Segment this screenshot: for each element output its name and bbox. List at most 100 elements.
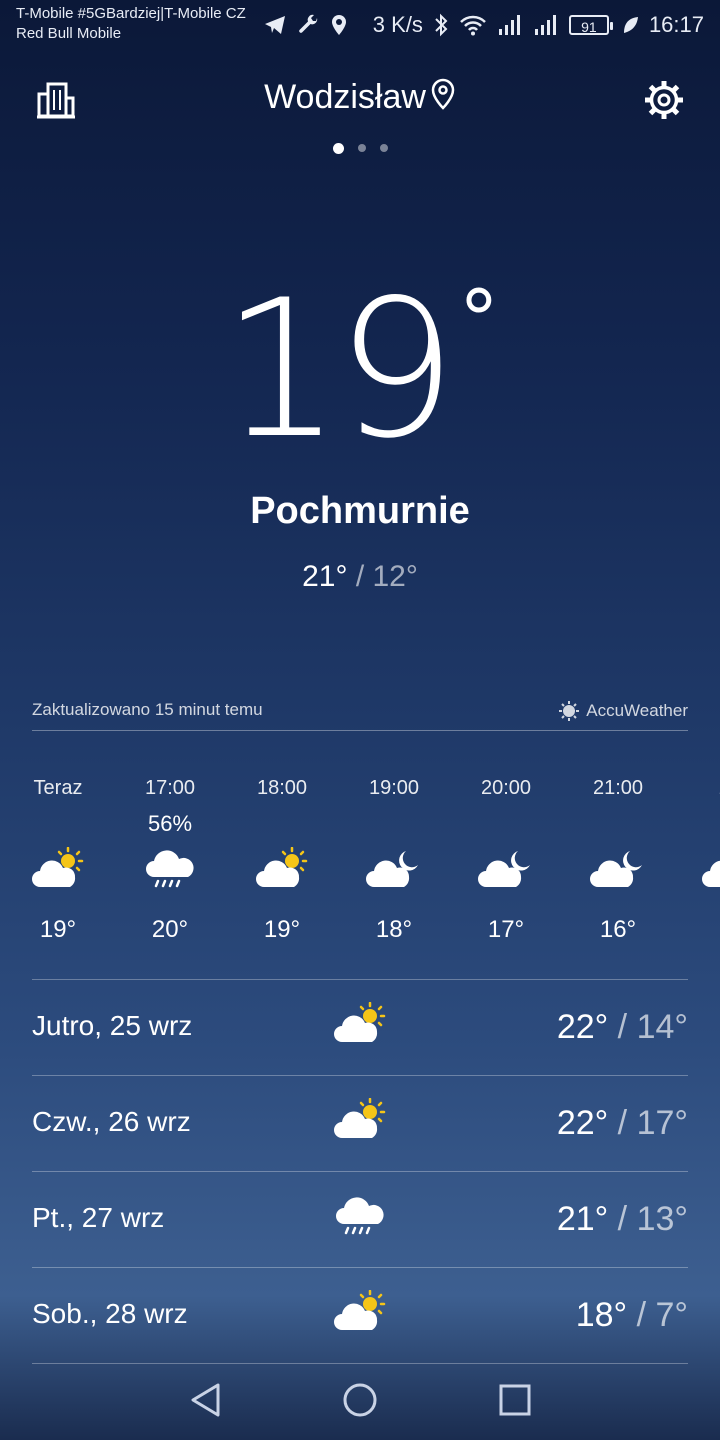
day-range: 21° / 13° xyxy=(557,1200,688,1239)
daily-forecast: Jutro, 25 wrz 22° / 14° Czw., 26 wrz 22°… xyxy=(32,979,688,1364)
day-row[interactable]: Czw., 26 wrz 22° / 17° xyxy=(32,1075,688,1171)
carrier-line-1: T-Mobile #5GBardziej|T-Mobile CZ xyxy=(16,5,246,22)
degree-symbol: ° xyxy=(458,273,499,366)
hour-temp: 1 xyxy=(674,916,720,944)
current-condition: Pochmurnie xyxy=(250,490,470,532)
hour-time: 20:00 xyxy=(480,777,532,799)
battery-indicator: 91 xyxy=(568,15,613,35)
hour-time: 19:00 xyxy=(368,777,420,799)
partly-cloudy-night-icon xyxy=(338,842,450,896)
telegram-icon xyxy=(264,16,285,34)
hour-time: 18:00 xyxy=(256,777,308,799)
partly-sunny-icon xyxy=(332,1097,388,1147)
day-separator: / xyxy=(608,1200,637,1238)
day-range: 22° / 17° xyxy=(557,1104,688,1143)
rain-icon xyxy=(332,1194,388,1243)
day-separator: / xyxy=(608,1008,637,1046)
navigation-bar xyxy=(0,1365,720,1440)
today-high: 21° xyxy=(302,560,348,593)
day-separator: / xyxy=(627,1296,656,1334)
updated-text: Zaktualizowano 15 minut temu xyxy=(32,700,263,719)
hour-temp: 16° xyxy=(599,916,637,943)
partly-sunny-icon xyxy=(2,842,114,896)
hour-temp: 19° xyxy=(39,916,77,943)
hour-time: 21:00 xyxy=(592,777,644,799)
update-info: Zaktualizowano 15 minut temu AccuWeather xyxy=(32,700,688,731)
day-low: 17° xyxy=(636,1104,688,1142)
hour-item: 22 1 xyxy=(674,770,720,944)
signal-icon xyxy=(534,15,556,35)
day-name: Czw., 26 wrz xyxy=(32,1106,191,1137)
home-circle-icon xyxy=(343,1383,377,1417)
day-name: Pt., 27 wrz xyxy=(32,1202,165,1233)
page-dot-2[interactable] xyxy=(357,144,366,152)
partly-sunny-icon xyxy=(226,842,338,896)
location-icon xyxy=(331,15,346,35)
hour-time: 17:00 xyxy=(144,777,196,799)
leaf-icon xyxy=(623,17,638,33)
partly-sunny-icon xyxy=(332,1289,388,1339)
carrier-info: T-Mobile #5GBardziej|T-Mobile CZ Red Bul… xyxy=(16,4,246,44)
partly-cloudy-night-icon xyxy=(562,842,674,896)
source-name: AccuWeather xyxy=(586,701,688,720)
hour-item: 19:00 18° xyxy=(338,770,450,944)
page-dot-3[interactable] xyxy=(379,144,388,152)
rain-icon xyxy=(114,842,226,896)
day-name: Sob., 28 wrz xyxy=(32,1298,188,1329)
hour-precip xyxy=(226,806,338,842)
back-button[interactable] xyxy=(188,1382,222,1423)
settings-button[interactable] xyxy=(640,76,688,124)
hour-time: Teraz xyxy=(33,777,83,799)
day-row[interactable]: Pt., 27 wrz 21° / 13° xyxy=(32,1171,688,1267)
status-icons: 3 K/s 91 16:17 xyxy=(263,8,704,42)
today-low: 12° xyxy=(372,560,418,593)
carrier-line-2: Red Bull Mobile xyxy=(16,25,122,42)
day-low: 13° xyxy=(636,1200,688,1238)
hour-item: 20:00 17° xyxy=(450,770,562,944)
hour-precip xyxy=(2,806,114,842)
hour-precip xyxy=(450,806,562,842)
hour-temp: 18° xyxy=(375,916,413,943)
hour-item: 18:00 19° xyxy=(226,770,338,944)
battery-level: 91 xyxy=(581,19,597,35)
header: Wodzisław xyxy=(0,70,720,130)
recents-button[interactable] xyxy=(498,1383,532,1422)
data-source[interactable]: AccuWeather xyxy=(558,700,688,722)
hour-temp: 19° xyxy=(263,916,301,943)
wifi-icon xyxy=(460,15,486,36)
wrench-icon xyxy=(298,14,317,33)
day-low: 7° xyxy=(655,1296,688,1334)
back-triangle-icon xyxy=(191,1383,220,1417)
recents-square-icon xyxy=(499,1384,531,1416)
bluetooth-icon xyxy=(435,13,448,37)
status-bar: T-Mobile #5GBardziej|T-Mobile CZ Red Bul… xyxy=(0,0,720,50)
hour-precip xyxy=(562,806,674,842)
location-pin-icon xyxy=(431,78,455,110)
current-temp-value: 19 xyxy=(221,259,457,480)
hourly-forecast[interactable]: Teraz 19° 17:00 56% 20° 18:00 19° 19:00 … xyxy=(0,770,720,960)
day-row[interactable]: Jutro, 25 wrz 22° / 14° xyxy=(32,979,688,1075)
today-high-low: 21° / 12° xyxy=(0,560,720,594)
day-row[interactable]: Sob., 28 wrz 18° / 7° xyxy=(32,1267,688,1364)
hour-item: 21:00 16° xyxy=(562,770,674,944)
hour-item: Teraz 19° xyxy=(2,770,114,944)
clock: 16:17 xyxy=(648,12,704,37)
network-speed: 3 K/s xyxy=(372,12,423,37)
partly-cloudy-night-icon xyxy=(450,842,562,896)
city-title[interactable]: Wodzisław xyxy=(0,78,720,117)
gear-icon xyxy=(645,81,683,119)
hour-temp: 17° xyxy=(487,916,525,943)
day-high: 22° xyxy=(556,1104,609,1142)
partly-cloudy-night-icon xyxy=(674,842,720,896)
page-dot-1[interactable] xyxy=(332,143,344,154)
home-button[interactable] xyxy=(342,1382,378,1423)
hour-temp: 20° xyxy=(151,916,189,943)
day-high: 18° xyxy=(575,1296,628,1334)
day-separator: / xyxy=(608,1104,637,1142)
day-low: 14° xyxy=(636,1008,688,1046)
day-range: 18° / 7° xyxy=(576,1296,688,1335)
day-high: 21° xyxy=(556,1200,609,1238)
hour-precip: 56% xyxy=(147,811,193,836)
hour-precip xyxy=(338,806,450,842)
page-indicator[interactable] xyxy=(0,143,720,154)
